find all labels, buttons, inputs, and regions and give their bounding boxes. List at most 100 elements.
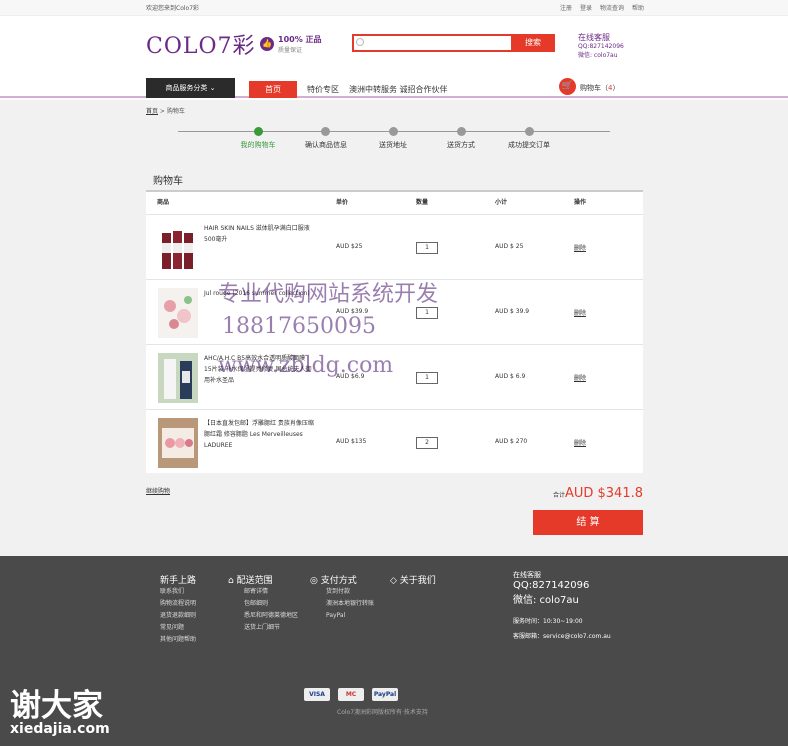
table-row: 【日本直发包邮】浮雕腮红 贵族肖像压缩腮红霜 修容腮脂 Les Merveill… bbox=[146, 409, 643, 474]
tag-icon: ◇ bbox=[390, 576, 400, 586]
quality-sub: 质量保证 bbox=[278, 47, 303, 54]
copyright: Colo7澳洲彩网版权所有·技术支持 bbox=[337, 709, 428, 716]
delete-link[interactable]: 删除 bbox=[574, 438, 586, 447]
footer-link[interactable]: 常见问题 bbox=[160, 622, 196, 634]
footer-link[interactable]: 送货上门细节 bbox=[228, 622, 298, 634]
quantity-input[interactable]: 1 bbox=[416, 307, 438, 319]
site-logo[interactable]: COLO7彩 bbox=[146, 28, 256, 60]
footer-link[interactable]: 悉尼和阿德莱德地区 bbox=[228, 610, 298, 622]
continue-shopping-link[interactable]: 继续购物 bbox=[146, 486, 170, 495]
step-dot bbox=[525, 127, 534, 136]
footer-link[interactable]: 购物流程说明 bbox=[160, 598, 196, 610]
unit-price: AUD $135 bbox=[336, 438, 367, 445]
col-qty: 数量 bbox=[416, 199, 429, 206]
top-bar: 欢迎您来到Colo7彩 注册 登录 物流查询 帮助 bbox=[0, 0, 788, 16]
footer-link[interactable]: 货到付款 bbox=[310, 586, 374, 598]
quantity-input[interactable]: 1 bbox=[416, 242, 438, 254]
footer-col-payment: ◎ 支付方式 货到付款 澳洲本地银行转账 PayPal bbox=[310, 573, 374, 622]
online-service[interactable]: 在线客服 QQ:827142096 微信: colo7au bbox=[578, 33, 624, 60]
category-menu-button[interactable]: 商品服务分类 ⌄ bbox=[146, 78, 235, 98]
quality-badge: 👍 100% 正品 质量保证 bbox=[260, 34, 322, 54]
footer-link[interactable]: 邮寄详情 bbox=[228, 586, 298, 598]
footer-email: 客服邮箱：service@colo7.com.au bbox=[513, 633, 611, 640]
clock-icon: ◎ bbox=[310, 576, 321, 586]
service-wechat: 微信: colo7au bbox=[578, 52, 618, 59]
checkout-button[interactable]: 结 算 bbox=[533, 510, 643, 535]
search-button[interactable]: 搜索 bbox=[511, 34, 555, 52]
product-image[interactable] bbox=[158, 288, 198, 338]
footer-wechat: 微信: colo7au bbox=[513, 595, 579, 606]
footer-link[interactable]: 澳洲本地银行转账 bbox=[310, 598, 374, 610]
quantity-input[interactable]: 2 bbox=[416, 437, 438, 449]
breadcrumb-current: 购物车 bbox=[166, 108, 185, 115]
product-image[interactable] bbox=[158, 418, 198, 468]
nav-specials[interactable]: 特价专区 bbox=[307, 84, 339, 95]
cart-title: 购物车 bbox=[153, 176, 183, 187]
product-name[interactable]: 【日本直发包邮】浮雕腮红 贵族肖像压缩腮红霜 修容腮脂 Les Merveill… bbox=[204, 418, 314, 451]
register-link[interactable]: 注册 bbox=[560, 3, 572, 12]
product-image[interactable] bbox=[158, 353, 198, 403]
login-link[interactable]: 登录 bbox=[580, 3, 592, 12]
footer-hours: 服务时间：10:30~19:00 bbox=[513, 618, 583, 625]
help-link[interactable]: 帮助 bbox=[632, 3, 644, 12]
footer-col-title: 新手上路 bbox=[160, 576, 197, 586]
step-label: 送货方式 bbox=[447, 141, 475, 149]
footer-link[interactable]: 联系我们 bbox=[160, 586, 196, 598]
top-links: 注册 登录 物流查询 帮助 bbox=[560, 3, 644, 12]
nav-home[interactable]: 首页 bbox=[249, 81, 297, 98]
product-name[interactable]: HAIR SKIN NAILS 滋体肌孕满白口服液 500毫升 bbox=[204, 223, 314, 245]
logistics-link[interactable]: 物流查询 bbox=[600, 3, 624, 12]
col-action: 操作 bbox=[574, 199, 587, 206]
site-watermark-brand: 谢大家 bbox=[10, 688, 103, 724]
search-input[interactable] bbox=[352, 34, 511, 52]
service-qq: QQ:827142096 bbox=[578, 43, 624, 50]
site-watermark-url: xiedajia.com bbox=[10, 721, 110, 737]
col-subtotal: 小计 bbox=[495, 199, 508, 206]
table-row: HAIR SKIN NAILS 滋体肌孕满白口服液 500毫升 AUD $25 … bbox=[146, 214, 643, 279]
visa-icon: VISA bbox=[304, 688, 330, 701]
total-value: AUD $341.8 bbox=[564, 486, 643, 501]
footer-link[interactable]: 退货退款细则 bbox=[160, 610, 196, 622]
service-title: 在线客服 bbox=[578, 33, 610, 42]
cart-icon[interactable]: 🛒 bbox=[559, 78, 576, 95]
breadcrumb: 首页 > 购物车 bbox=[146, 108, 185, 115]
product-image[interactable] bbox=[158, 223, 198, 273]
cart-table: 商品 单价 数量 小计 操作 HAIR SKIN NAILS 滋体肌孕满白口服液… bbox=[146, 190, 643, 473]
footer-link[interactable]: 包邮细则 bbox=[228, 598, 298, 610]
row-subtotal: AUD $ 270 bbox=[495, 438, 528, 445]
category-label: 商品服务分类 bbox=[165, 84, 208, 92]
step-dot bbox=[321, 127, 330, 136]
watermark-phone: 18817650095 bbox=[222, 314, 376, 339]
thumbs-up-icon: 👍 bbox=[260, 37, 274, 51]
step-dot bbox=[457, 127, 466, 136]
step-dot bbox=[389, 127, 398, 136]
delete-link[interactable]: 删除 bbox=[574, 373, 586, 382]
delete-link[interactable]: 删除 bbox=[574, 308, 586, 317]
quality-title: 100% 正品 bbox=[278, 35, 322, 44]
nav-transfer-service[interactable]: 澳洲中转服务 诚招合作伙伴 bbox=[349, 84, 448, 95]
delete-link[interactable]: 删除 bbox=[574, 243, 586, 252]
footer-link[interactable]: PayPal bbox=[310, 610, 374, 622]
footer-qq: QQ:827142096 bbox=[513, 580, 590, 591]
footer: 新手上路 联系我们 购物流程说明 退货退款细则 常见问题 其他问题帮助 ⌂ 配送… bbox=[0, 556, 788, 746]
location-icon: ⌂ bbox=[228, 576, 237, 586]
step-label: 送货地址 bbox=[379, 141, 407, 149]
step-label: 确认商品信息 bbox=[305, 141, 347, 149]
footer-col-title[interactable]: ◇ 关于我们 bbox=[390, 573, 436, 586]
breadcrumb-home[interactable]: 首页 bbox=[146, 108, 158, 115]
row-subtotal: AUD $ 6.9 bbox=[495, 373, 526, 380]
mastercard-icon: MC bbox=[338, 688, 364, 701]
footer-col-delivery: ⌂ 配送范围 邮寄详情 包邮细则 悉尼和阿德莱德地区 送货上门细节 bbox=[228, 573, 298, 634]
footer-link[interactable]: 其他问题帮助 bbox=[160, 634, 196, 646]
chevron-down-icon: ⌄ bbox=[209, 84, 216, 92]
step-label: 成功提交订单 bbox=[508, 141, 550, 149]
payment-cards: VISA MC PayPal bbox=[304, 688, 398, 701]
step-label: 我的购物车 bbox=[240, 141, 276, 149]
unit-price: AUD $25 bbox=[336, 243, 363, 250]
footer-col-title: ◎ 支付方式 bbox=[310, 576, 357, 586]
search-icon bbox=[356, 38, 364, 46]
row-subtotal: AUD $ 25 bbox=[495, 243, 524, 250]
quantity-input[interactable]: 1 bbox=[416, 372, 438, 384]
col-price: 单价 bbox=[336, 199, 349, 206]
cart-link[interactable]: 购物车（4） bbox=[580, 83, 619, 93]
